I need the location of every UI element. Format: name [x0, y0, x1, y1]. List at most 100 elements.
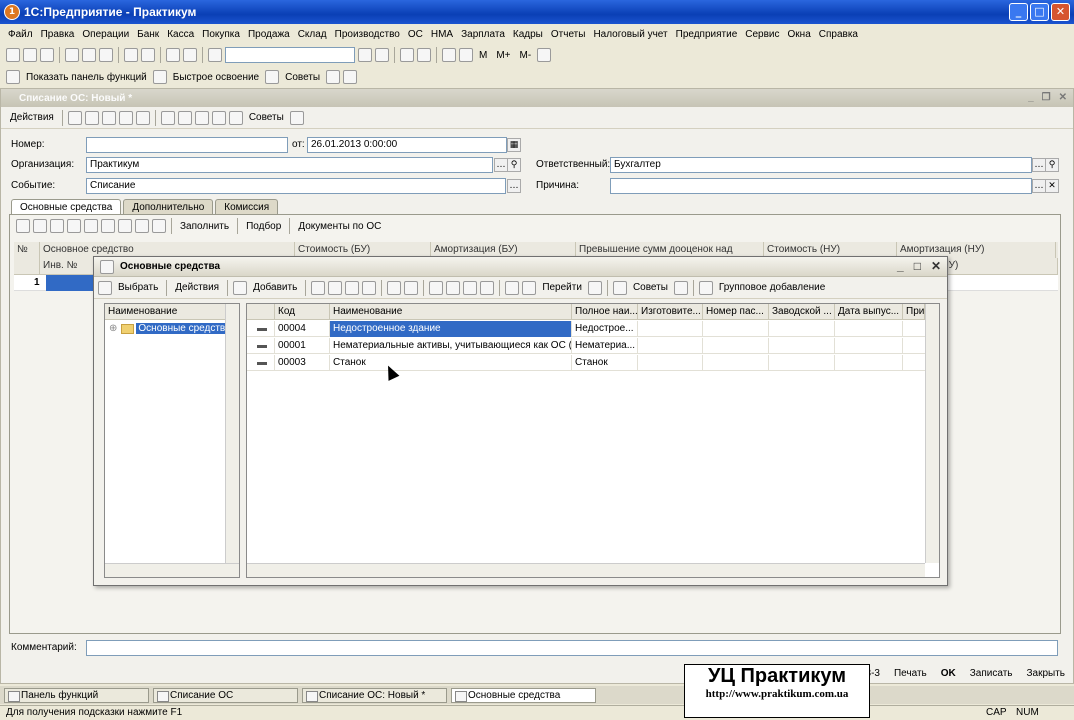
menu-tax[interactable]: Налоговый учет — [589, 29, 671, 40]
menu-salary[interactable]: Зарплата — [457, 29, 509, 40]
unpost-icon[interactable] — [84, 110, 99, 125]
ok-button[interactable]: OK — [941, 668, 956, 679]
calendar-icon[interactable] — [442, 48, 456, 62]
dt-kt-icon[interactable] — [177, 110, 192, 125]
select-button[interactable]: … — [1032, 158, 1046, 172]
search-icon[interactable]: ⚲ — [507, 158, 521, 172]
save-icon[interactable] — [40, 48, 54, 62]
minimize-button[interactable]: _ — [1009, 3, 1028, 21]
doc-actions-menu[interactable]: Действия — [7, 112, 57, 123]
col-passport[interactable]: Номер пас... — [703, 304, 769, 320]
tree-vertical-scrollbar[interactable] — [225, 304, 239, 563]
copy-doc-icon[interactable] — [135, 110, 150, 125]
menu-operations[interactable]: Операции — [78, 29, 133, 40]
menu-hr[interactable]: Кадры — [509, 29, 547, 40]
expand-icon[interactable]: ⊕ — [109, 323, 117, 334]
doc-tips-button[interactable]: Советы — [246, 112, 287, 123]
hierarchy-icon[interactable] — [387, 280, 402, 295]
menu-reports[interactable]: Отчеты — [547, 29, 590, 40]
tab-fixed-assets[interactable]: Основные средства — [11, 199, 122, 215]
copy-icon[interactable] — [82, 48, 96, 62]
print-icon[interactable] — [698, 280, 713, 295]
close-button[interactable]: ✕ — [1051, 3, 1070, 21]
list-vertical-scrollbar[interactable] — [925, 304, 939, 563]
edit-icon[interactable] — [345, 280, 360, 295]
search-icon[interactable]: ⚲ — [1045, 158, 1059, 172]
select-button[interactable]: … — [507, 179, 521, 193]
print-button[interactable]: Печать — [894, 668, 927, 679]
menu-nma[interactable]: НМА — [427, 29, 457, 40]
memory-m-button[interactable]: M — [476, 50, 490, 61]
dialog-minimize-button[interactable]: _ — [897, 259, 904, 273]
tools-icon[interactable] — [537, 48, 552, 62]
select-button[interactable]: … — [494, 158, 508, 172]
table-row[interactable]: ▬ 00001 Нематериальные активы, учитывающ… — [247, 338, 925, 354]
col-serial[interactable]: Заводской ... — [769, 304, 835, 320]
move-down-icon[interactable] — [118, 219, 132, 233]
reason-field[interactable] — [610, 178, 1032, 194]
menu-os[interactable]: ОС — [404, 29, 427, 40]
task-fixed-assets[interactable]: Основные средства — [451, 687, 596, 703]
add-row-icon[interactable] — [16, 219, 30, 233]
close-doc-button[interactable]: Закрыть — [1026, 668, 1065, 679]
quick-learn-button[interactable]: Быстрое освоение — [170, 72, 262, 83]
tree-horizontal-scrollbar[interactable] — [105, 563, 239, 577]
number-field[interactable] — [86, 137, 288, 153]
add-button[interactable]: Добавить — [250, 282, 300, 293]
col-name[interactable]: Наименование — [330, 304, 572, 320]
table-row[interactable]: ▬ 00003 Станок Станок — [247, 355, 925, 371]
task-write-off-list[interactable]: Списание ОС — [153, 687, 298, 703]
users-icon[interactable] — [343, 70, 358, 84]
doc-minimize-button[interactable]: _ — [1028, 92, 1034, 103]
show-panel-button[interactable]: Показать панель функций — [23, 72, 150, 83]
tree-header[interactable]: Наименование — [105, 304, 239, 320]
menu-enterprise[interactable]: Предприятие — [672, 29, 742, 40]
open-icon[interactable] — [23, 48, 37, 62]
pick-button[interactable]: Подбор — [243, 221, 284, 232]
clear-filter-icon[interactable] — [480, 280, 495, 295]
clear-icon[interactable]: ✕ — [1045, 179, 1059, 193]
edit-icon[interactable] — [50, 219, 64, 233]
sort-asc-icon[interactable] — [135, 219, 149, 233]
redo-icon[interactable] — [183, 48, 197, 62]
memory-mminus-button[interactable]: M- — [517, 50, 535, 61]
search-input[interactable] — [225, 47, 355, 63]
list-settings-icon[interactable] — [587, 280, 602, 295]
tips-button[interactable]: Советы — [282, 72, 323, 83]
filter-by-value-icon[interactable] — [446, 280, 461, 295]
event-field[interactable]: Списание — [86, 178, 506, 194]
menu-warehouse[interactable]: Склад — [294, 29, 331, 40]
window-icon[interactable] — [400, 48, 414, 62]
save-button[interactable]: Записать — [970, 668, 1013, 679]
find-next-icon[interactable] — [358, 48, 372, 62]
menu-bank[interactable]: Банк — [133, 29, 163, 40]
doc-close-button[interactable]: ✕ — [1059, 92, 1067, 103]
memory-mplus-button[interactable]: M+ — [493, 50, 513, 61]
col-release-date[interactable]: Дата выпус... — [835, 304, 903, 320]
col-code[interactable]: Код — [275, 304, 330, 320]
col-full-name[interactable]: Полное наи... — [572, 304, 638, 320]
move-icon[interactable] — [505, 280, 520, 295]
dialog-tips-button[interactable]: Советы — [630, 282, 671, 293]
doc-restore-button[interactable]: ❐ — [1042, 92, 1051, 103]
task-function-panel[interactable]: Панель функций — [4, 687, 149, 703]
maximize-button[interactable]: □ — [1030, 3, 1049, 21]
menu-sale[interactable]: Продажа — [244, 29, 294, 40]
calendar-icon[interactable]: ▦ — [507, 138, 521, 152]
delete-icon[interactable] — [362, 280, 377, 295]
menu-cash[interactable]: Касса — [163, 29, 198, 40]
tab-commission[interactable]: Комиссия — [215, 199, 279, 215]
tree-item[interactable]: ⊕ Основные средства — [109, 323, 233, 334]
cut-icon[interactable] — [65, 48, 79, 62]
print-icon[interactable] — [124, 48, 138, 62]
filter-history-icon[interactable] — [463, 280, 478, 295]
info-icon[interactable] — [417, 48, 431, 62]
selected-cell[interactable] — [46, 275, 100, 291]
report-icon[interactable] — [194, 110, 209, 125]
comment-field[interactable] — [86, 640, 1058, 656]
menu-windows[interactable]: Окна — [784, 29, 815, 40]
copy-row-icon[interactable] — [33, 219, 47, 233]
copy-item-icon[interactable] — [328, 280, 343, 295]
list-icon[interactable] — [211, 110, 226, 125]
add-folder-icon[interactable] — [311, 280, 326, 295]
